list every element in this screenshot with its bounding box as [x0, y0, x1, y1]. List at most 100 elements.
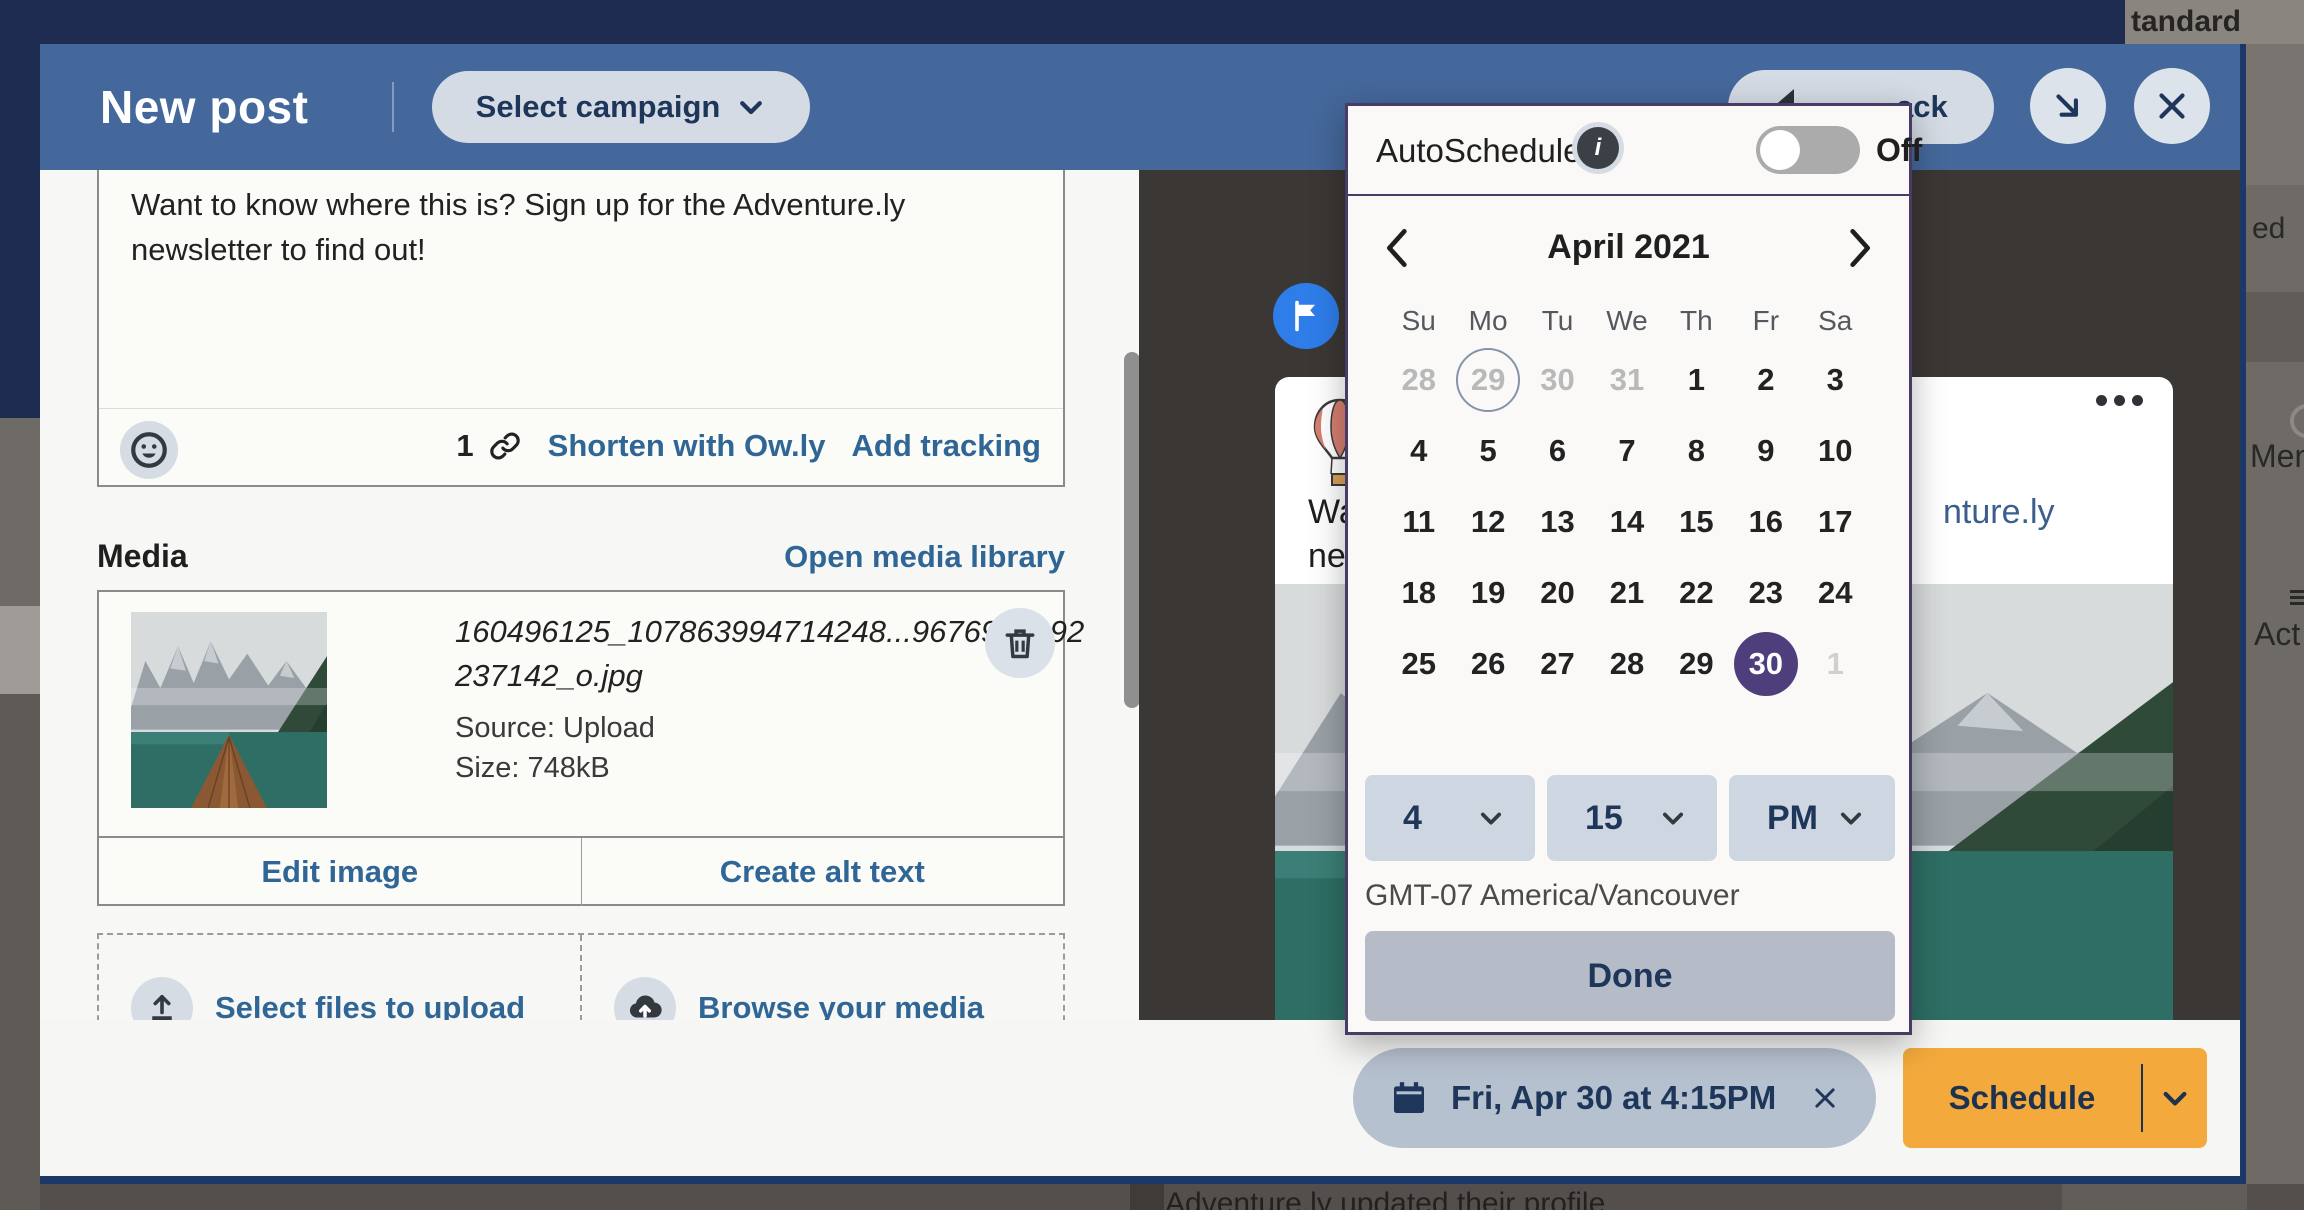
close-button[interactable]	[2134, 68, 2210, 144]
calendar-day-cell[interactable]: 8	[1662, 415, 1731, 486]
calendar-day-cell[interactable]: 28	[1384, 344, 1453, 415]
clear-schedule-icon[interactable]	[1810, 1083, 1840, 1113]
calendar-day-cell[interactable]: 3	[1801, 344, 1870, 415]
day-name: Th	[1680, 305, 1713, 336]
minute-select[interactable]: 15	[1547, 775, 1717, 861]
add-tracking-link[interactable]: Add tracking	[852, 428, 1041, 464]
media-heading: Media	[97, 538, 188, 574]
post-text[interactable]: Want to know where this is? Sign up for …	[131, 182, 1041, 272]
schedule-button-label: Schedule	[1948, 1079, 2096, 1116]
background-band	[0, 606, 40, 694]
media-actions-row: Edit image Create alt text	[99, 838, 1063, 906]
time-selects: 4 15 PM	[1348, 775, 1909, 861]
shorten-link[interactable]: Shorten with Ow.ly	[548, 428, 826, 464]
calendar-day-cell[interactable]: 24	[1801, 557, 1870, 628]
meridiem-value: PM	[1767, 798, 1818, 837]
meridiem-select[interactable]: PM	[1729, 775, 1895, 861]
autoschedule-title: AutoSchedule	[1376, 132, 1582, 169]
delete-media-button[interactable]	[985, 608, 1055, 678]
chevron-down-icon	[1480, 812, 1502, 825]
diagonal-arrow-icon	[2056, 94, 2078, 117]
calendar-day-cell[interactable]: 23	[1731, 557, 1800, 628]
calendar-day-cell[interactable]: 30	[1523, 344, 1592, 415]
calendar-day-cell[interactable]: 13	[1523, 486, 1592, 557]
calendar-day-cell[interactable]: 9	[1731, 415, 1800, 486]
calendar-day-cell[interactable]: 30	[1731, 628, 1800, 699]
info-icon: i	[1577, 127, 1619, 169]
autoschedule-header: AutoSchedule i Off	[1348, 106, 1922, 194]
calendar-day-cell[interactable]: 28	[1592, 628, 1661, 699]
calendar-day-cell[interactable]: 15	[1662, 486, 1731, 557]
calendar-day-cell[interactable]: 10	[1801, 415, 1870, 486]
done-button[interactable]: Done	[1365, 931, 1895, 1021]
calendar-day-cell[interactable]: 14	[1592, 486, 1661, 557]
calendar-day-cell[interactable]: 21	[1592, 557, 1661, 628]
calendar-day-cell[interactable]: 19	[1453, 557, 1522, 628]
background-text-fragment: Act	[2254, 616, 2301, 652]
media-filename: 160496125_107863994714248...9676948092 2…	[455, 614, 1085, 693]
calendar-day-cell[interactable]: 16	[1731, 486, 1800, 557]
autoschedule-state: Off	[1876, 132, 1923, 168]
schedule-options-toggle[interactable]	[2143, 1082, 2207, 1114]
calendar-day-cell[interactable]: 2	[1731, 344, 1800, 415]
calendar-day-cell[interactable]: 11	[1384, 486, 1453, 557]
card-menu-button[interactable]	[2096, 395, 2143, 406]
popout-button[interactable]	[2030, 68, 2106, 144]
calendar-day-cell[interactable]: 26	[1453, 628, 1522, 699]
month-navigation: April 2021	[1348, 224, 1909, 272]
calendar-day-cell[interactable]: 29	[1662, 628, 1731, 699]
hour-select[interactable]: 4	[1365, 775, 1535, 861]
open-media-library-link[interactable]: Open media library	[784, 539, 1065, 575]
facebook-network-icon	[1273, 283, 1339, 349]
background-text-fragment: ed	[2252, 212, 2286, 245]
page-title: New post	[100, 81, 309, 133]
composer-scrollbar[interactable]	[1124, 352, 1140, 708]
calendar-day-cell[interactable]: 25	[1384, 628, 1453, 699]
preview-link-fragment[interactable]: nture.ly	[1943, 493, 2055, 532]
calendar-day-cell[interactable]: 5	[1453, 415, 1522, 486]
media-thumbnail[interactable]	[131, 612, 327, 808]
background-band	[1130, 1184, 1164, 1210]
schedule-button[interactable]: Schedule	[1903, 1048, 2207, 1148]
media-meta: Source: Upload Size: 748kB	[455, 708, 655, 788]
calendar-day-cell[interactable]: 29	[1453, 344, 1522, 415]
link-tools: 1 Shorten with Ow.ly Add tracking	[456, 428, 1041, 464]
calendar-day-cell[interactable]: 27	[1523, 628, 1592, 699]
calendar-day-cell[interactable]: 1	[1801, 628, 1870, 699]
modal-footer: Fri, Apr 30 at 4:15PM Schedule	[40, 1020, 2240, 1176]
media-card: 160496125_107863994714248...9676948092 2…	[97, 590, 1085, 906]
create-alt-text-button[interactable]: Create alt text	[582, 838, 1064, 906]
media-heading-row: Media Open media library	[97, 538, 1065, 575]
hour-value: 4	[1403, 798, 1422, 837]
next-month-button[interactable]	[1839, 226, 1883, 270]
chevron-right-icon	[1850, 229, 1870, 267]
day-name: We	[1606, 305, 1648, 336]
calendar-day-cell[interactable]: 7	[1592, 415, 1661, 486]
edit-image-button[interactable]: Edit image	[99, 838, 582, 906]
background-plan-label: tandard	[2125, 0, 2304, 44]
day-name: Tu	[1541, 305, 1574, 336]
scheduled-time-chip[interactable]: Fri, Apr 30 at 4:15PM	[1353, 1048, 1876, 1148]
day-name: Mo	[1468, 305, 1508, 336]
calendar-day-cell[interactable]: 6	[1523, 415, 1592, 486]
header-divider	[392, 82, 394, 132]
autoschedule-toggle[interactable]	[1756, 126, 1860, 174]
select-campaign-button[interactable]: Select campaign	[432, 71, 810, 143]
calendar-day-cell[interactable]: 17	[1801, 486, 1870, 557]
timezone-label: GMT-07 America/Vancouver	[1365, 879, 1740, 912]
emoji-button[interactable]	[120, 421, 178, 479]
calendar-day-cell[interactable]: 31	[1592, 344, 1661, 415]
calendar-day-cell[interactable]: 18	[1384, 557, 1453, 628]
post-text-box[interactable]: Want to know where this is? Sign up for …	[97, 170, 1065, 487]
calendar-day-cell[interactable]: 22	[1662, 557, 1731, 628]
thumbnail-image	[131, 612, 327, 808]
background-band	[2062, 1184, 2247, 1210]
autoschedule-info-button[interactable]: i	[1572, 122, 1624, 174]
media-source: Source: Upload	[455, 712, 655, 744]
new-post-modal: New post Select campaign ack Want to kno…	[40, 44, 2246, 1184]
calendar-day-cell[interactable]: 1	[1662, 344, 1731, 415]
calendar-day-cell[interactable]: 12	[1453, 486, 1522, 557]
calendar-day-cell[interactable]: 4	[1384, 415, 1453, 486]
calendar-day-cell[interactable]: 20	[1523, 557, 1592, 628]
screen: tandard ed Men Act Adventure.ly updated …	[0, 0, 2304, 1210]
